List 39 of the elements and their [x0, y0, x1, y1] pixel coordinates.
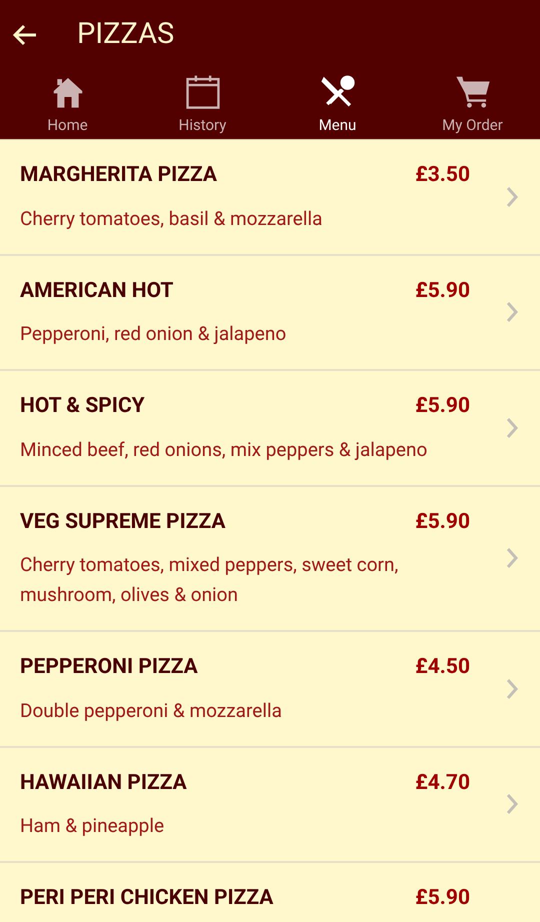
- item-description: Double pepperoni & mozzarella: [20, 698, 283, 724]
- nav-tab[interactable]: Menu: [270, 70, 405, 139]
- chevron-icon: [506, 416, 518, 439]
- chevron-icon: [506, 547, 518, 570]
- item-name: PEPPERONI PIZZA: [20, 654, 198, 681]
- item-price: £3.50: [415, 162, 470, 189]
- nav-tab[interactable]: My Order: [405, 70, 540, 139]
- item-price: £5.90: [415, 278, 470, 304]
- nav-tab[interactable]: Home: [0, 70, 135, 139]
- menu-item[interactable]: PEPPERONI PIZZA £4.50 Double pepperoni & mozzarella: [0, 632, 540, 748]
- item-price: £4.50: [415, 654, 470, 681]
- nav-tab[interactable]: History: [135, 70, 270, 139]
- item-name: MARGHERITA PIZZA: [20, 162, 218, 189]
- item-description: Cherry tomatoes, basil & mozzarella: [20, 206, 324, 232]
- item-price: £5.90: [415, 393, 470, 420]
- menu-item[interactable]: HOT & SPICY £5.90 Minced beef, red onions, mix peppers & jalapeno: [0, 371, 540, 486]
- item-description: Minced beef, red onions, mix peppers & jalapeno: [20, 436, 428, 462]
- item-name: HAWAIIAN PIZZA: [20, 770, 187, 796]
- back-arrow-icon[interactable]: [12, 23, 38, 47]
- chevron-icon: [506, 793, 518, 816]
- menu-item[interactable]: VEG SUPREME PIZZA £5.90 Cherry tomatoes, mixed peppers, sweet corn, mushroom, olives & onion: [0, 486, 540, 632]
- item-description: Pepperoni, red onion & jalapeno: [20, 321, 288, 347]
- item-price: £5.90: [415, 508, 470, 536]
- item-description: Ham & pineapple: [20, 813, 166, 839]
- chevron-icon: [506, 301, 518, 324]
- item-name: PERI PERI CHICKEN PIZZA: [20, 885, 274, 912]
- chevron-icon: [506, 186, 518, 208]
- item-name: VEG SUPREME PIZZA: [20, 508, 226, 536]
- item-price: £5.90: [415, 885, 470, 912]
- menu-item[interactable]: AMERICAN HOT £5.90 Pepperoni, red onion & jalapeno: [0, 256, 540, 371]
- item-name: AMERICAN HOT: [20, 278, 174, 304]
- item-description: Cherry tomatoes, mixed peppers, sweet corn, mushroom, olives & onion: [20, 552, 400, 608]
- item-name: HOT & SPICY: [20, 393, 145, 420]
- chevron-icon: [506, 678, 518, 700]
- menu-item[interactable]: HAWAIIAN PIZZA £4.70 Ham & pineapple: [0, 748, 540, 863]
- menu-item[interactable]: PERI PERI CHICKEN PIZZA £5.90: [0, 863, 540, 922]
- menu-item[interactable]: MARGHERITA PIZZA £3.50 Cherry tomatoes, basil & mozzarella: [0, 140, 540, 256]
- page-title: PIZZAS: [77, 16, 174, 54]
- item-price: £4.70: [415, 770, 470, 796]
